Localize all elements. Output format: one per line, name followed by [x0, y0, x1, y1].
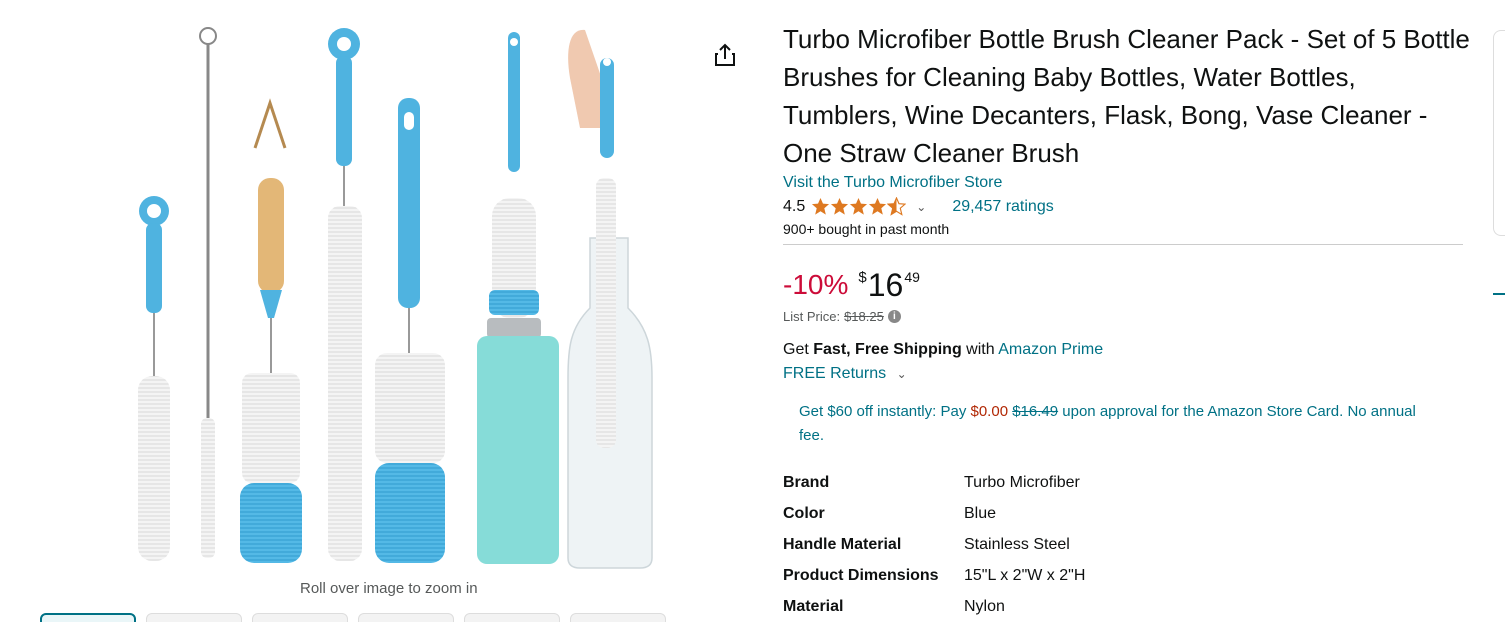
thumbnail-6[interactable]: [570, 613, 666, 622]
list-price-value: $18.25: [844, 309, 884, 324]
spec-key: Product Dimensions: [783, 566, 939, 584]
ratings-count-link[interactable]: 29,457 ratings: [952, 198, 1053, 216]
right-panel-edge: [1493, 30, 1505, 236]
star-icon: [850, 197, 868, 215]
rating-value: 4.5: [783, 197, 806, 215]
spec-value: Stainless Steel: [964, 535, 1070, 553]
chevron-down-icon[interactable]: ⌄: [916, 200, 926, 214]
star-rating[interactable]: [811, 197, 907, 216]
right-panel-accent: [1493, 293, 1505, 295]
spec-value: Turbo Microfiber: [964, 473, 1080, 491]
product-info: Turbo Microfiber Bottle Brush Cleaner Pa…: [783, 20, 1473, 622]
spec-value: Blue: [964, 504, 997, 522]
spec-row: Handle Material Stainless Steel: [783, 529, 1085, 560]
price-whole: 16: [867, 267, 904, 303]
list-price-label: List Price:: [783, 309, 841, 324]
product-specs: Brand Turbo Microfiber Color Blue Handle…: [783, 467, 1085, 622]
price-fraction: 49: [904, 269, 920, 285]
divider: [783, 244, 1463, 245]
free-returns-label: FREE Returns: [783, 365, 887, 382]
spec-row: Product Dimensions 15"L x 2"W x 2"H: [783, 560, 1085, 591]
brush-3: [240, 98, 302, 563]
price-row: -10% $ 16 49: [783, 267, 1473, 303]
star-icon: [869, 197, 887, 215]
thumbnail-strip: [40, 613, 666, 622]
share-button[interactable]: [710, 40, 740, 70]
prime-link[interactable]: Amazon Prime: [998, 341, 1103, 358]
half-star-icon: [887, 197, 907, 216]
bought-count: 900+ bought in past month: [783, 221, 950, 237]
spec-key: Handle Material: [783, 535, 902, 553]
spec-value: Nylon: [964, 597, 1005, 615]
product-main-image[interactable]: [100, 18, 680, 573]
card-offer-pay: $0.00: [970, 403, 1009, 420]
price-currency: $: [858, 269, 867, 286]
spec-row: Color Blue: [783, 498, 1085, 529]
spec-key: Brand: [783, 473, 830, 491]
ship-get: Get: [783, 341, 809, 358]
teal-bottle: [477, 32, 559, 564]
brush-4: [328, 28, 362, 561]
list-price: List Price: $18.25 i: [783, 309, 1473, 324]
ship-fast-free: Fast, Free Shipping: [813, 341, 962, 358]
store-card-offer[interactable]: Get $60 off instantly: Pay $0.00 $16.49 …: [799, 400, 1419, 448]
info-icon[interactable]: i: [887, 310, 901, 323]
card-offer-part1: Get $60 off instantly: Pay: [799, 403, 967, 420]
share-icon: [715, 43, 735, 66]
brush-2: [199, 27, 217, 558]
brush-5: [375, 98, 445, 563]
spec-row: Material Nylon: [783, 591, 1085, 622]
star-icon: [831, 197, 849, 215]
brush-1: [138, 196, 170, 561]
thumbnail-2[interactable]: [146, 613, 242, 622]
thumbnail-4[interactable]: [358, 613, 454, 622]
spec-row: Brand Turbo Microfiber: [783, 467, 1085, 498]
shipping-info: Get Fast, Free Shipping with Amazon Prim…: [783, 341, 1473, 359]
rating-row: 4.5 ⌄ 29,457 ratings: [783, 197, 1473, 216]
discount-percent: -10%: [783, 269, 849, 300]
thumbnail-3[interactable]: [252, 613, 348, 622]
spec-value: 15"L x 2"W x 2"H: [964, 566, 1086, 584]
card-offer-old: $16.49: [1012, 403, 1059, 420]
spec-key: Color: [783, 504, 825, 522]
star-icon: [812, 197, 830, 215]
thumbnail-1[interactable]: [40, 613, 136, 622]
store-link[interactable]: Visit the Turbo Microfiber Store: [783, 174, 1473, 192]
ship-with: with: [966, 341, 995, 358]
chevron-down-icon: ⌄: [896, 367, 907, 381]
thumbnail-5[interactable]: [464, 613, 560, 622]
zoom-hint: Roll over image to zoom in: [300, 580, 478, 597]
product-title: Turbo Microfiber Bottle Brush Cleaner Pa…: [783, 24, 1470, 168]
glass-bottle: [567, 29, 653, 569]
free-returns[interactable]: FREE Returns ⌄: [783, 365, 1473, 383]
spec-key: Material: [783, 597, 844, 615]
